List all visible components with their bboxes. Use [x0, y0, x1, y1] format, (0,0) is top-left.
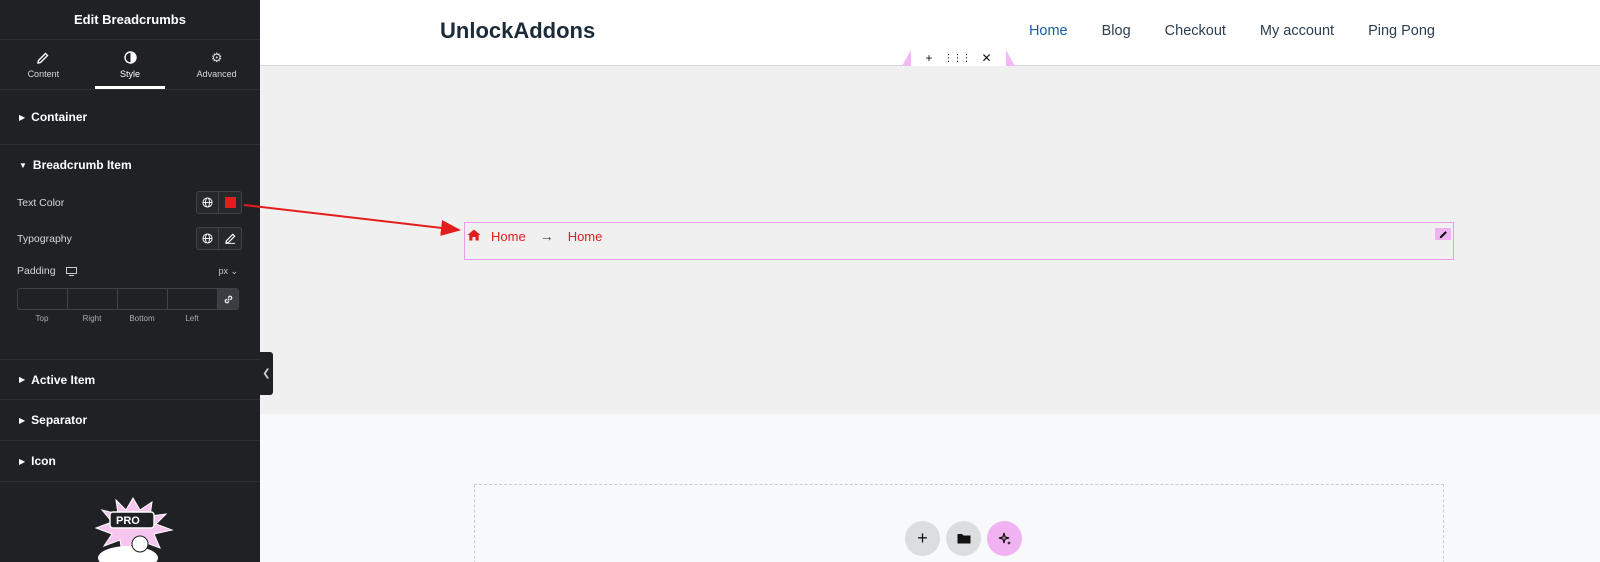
section-container[interactable]: ▶ Container — [0, 90, 260, 145]
nav-blog[interactable]: Blog — [1102, 23, 1131, 39]
globe-icon — [202, 197, 213, 208]
padding-top-input[interactable] — [17, 288, 67, 310]
global-typography-button[interactable] — [196, 227, 219, 250]
editor-panel: Edit Breadcrumbs Content Style ⚙ Advance… — [0, 0, 260, 562]
plus-icon: + — [917, 528, 928, 548]
site-logo[interactable]: UnlockAddons — [440, 18, 595, 44]
nav-ping-pong[interactable]: Ping Pong — [1368, 23, 1435, 39]
nav-checkout[interactable]: Checkout — [1165, 23, 1226, 39]
padding-unit-value: px — [218, 266, 228, 276]
panel-tabs: Content Style ⚙ Advanced — [0, 40, 260, 90]
caret-down-icon: ▼ — [19, 160, 27, 170]
gear-icon: ⚙ — [210, 49, 223, 65]
chevron-left-icon: ❮ — [262, 368, 271, 379]
section-icon[interactable]: ▶ Icon — [0, 441, 260, 482]
tab-advanced[interactable]: ⚙ Advanced — [173, 40, 260, 89]
close-icon[interactable]: ✕ — [981, 51, 991, 65]
pencil-icon — [224, 233, 235, 244]
padding-control: Padding px ⌄ — [0, 257, 260, 285]
text-color-control: Text Color — [0, 185, 260, 221]
dim-label-left: Left — [185, 314, 199, 323]
color-swatch — [224, 197, 236, 208]
section-active-item-label: Active Item — [31, 372, 96, 387]
collapse-panel-button[interactable]: ❮ — [260, 352, 273, 395]
pencil-icon — [1439, 230, 1447, 238]
padding-unit-select[interactable]: px ⌄ — [218, 266, 238, 277]
tab-content-label: Content — [27, 68, 60, 79]
dropzone-buttons: + — [905, 521, 1022, 556]
caret-right-icon: ▶ — [19, 456, 26, 466]
dim-label-top: Top — [35, 314, 49, 323]
padding-right-input[interactable] — [67, 288, 117, 310]
tab-content[interactable]: Content — [0, 40, 87, 89]
typography-control: Typography — [0, 221, 260, 257]
global-colors-button[interactable] — [196, 191, 219, 214]
caret-right-icon: ▶ — [19, 375, 26, 384]
breadcrumb-item[interactable]: Home — [491, 229, 526, 244]
tab-advanced-label: Advanced — [196, 68, 237, 79]
text-color-label: Text Color — [17, 197, 65, 209]
dim-label-bottom: Bottom — [129, 314, 155, 323]
add-template-button[interactable] — [946, 521, 981, 556]
typography-label: Typography — [17, 233, 72, 245]
tab-style[interactable]: Style — [87, 40, 174, 89]
add-section-icon[interactable]: + — [925, 51, 932, 65]
site-nav: Home Blog Checkout My account Ping Pong — [1029, 23, 1435, 39]
desktop-icon[interactable] — [65, 266, 77, 276]
edit-widget-button[interactable] — [1435, 228, 1451, 240]
padding-label: Padding — [17, 265, 56, 277]
section-container-label: Container — [31, 110, 88, 124]
section-handle: + ⋮⋮⋮ ✕ — [902, 50, 1015, 66]
padding-bottom-input[interactable] — [117, 288, 167, 310]
pro-badge-text: PRO — [116, 515, 140, 527]
breadcrumb-item-active[interactable]: Home — [568, 229, 603, 244]
breadcrumb: Home → Home — [467, 228, 602, 244]
caret-right-icon: ▶ — [19, 112, 26, 122]
folder-icon — [957, 534, 970, 544]
breadcrumbs-widget[interactable]: Home → Home — [464, 222, 1454, 260]
pro-promo-illustration: PRO — [94, 497, 174, 562]
drag-handle-icon[interactable]: ⋮⋮⋮ — [943, 53, 971, 64]
padding-dimension-labels: Top Right Bottom Left — [17, 314, 217, 323]
breadcrumb-separator: → — [539, 228, 554, 244]
pencil-icon — [37, 51, 49, 65]
section-separator-label: Separator — [31, 413, 88, 427]
home-icon — [467, 229, 481, 244]
section-active-item[interactable]: ▶ Active Item — [0, 359, 260, 400]
nav-my-account[interactable]: My account — [1260, 23, 1334, 39]
add-new-section-button[interactable]: + — [905, 521, 940, 556]
link-icon — [224, 295, 232, 303]
ai-generate-button[interactable] — [987, 521, 1022, 556]
contrast-icon — [123, 51, 137, 65]
caret-right-icon: ▶ — [19, 415, 26, 425]
panel-title: Edit Breadcrumbs — [0, 0, 260, 40]
edit-typography-button[interactable] — [219, 227, 242, 250]
section-icon-label: Icon — [31, 454, 56, 468]
section-breadcrumb-item-label: Breadcrumb Item — [32, 158, 132, 172]
tab-style-label: Style — [120, 68, 141, 79]
dim-label-right: Right — [82, 314, 102, 323]
padding-inputs — [17, 288, 239, 310]
globe-icon — [202, 233, 213, 244]
sparkle-icon — [998, 532, 1011, 545]
section-breadcrumb-item[interactable]: ▼ Breadcrumb Item — [0, 145, 260, 185]
section-separator[interactable]: ▶ Separator — [0, 400, 260, 441]
padding-left-input[interactable] — [167, 288, 217, 310]
link-values-button[interactable] — [217, 288, 239, 310]
text-color-picker[interactable] — [219, 191, 242, 214]
nav-home[interactable]: Home — [1029, 23, 1068, 39]
